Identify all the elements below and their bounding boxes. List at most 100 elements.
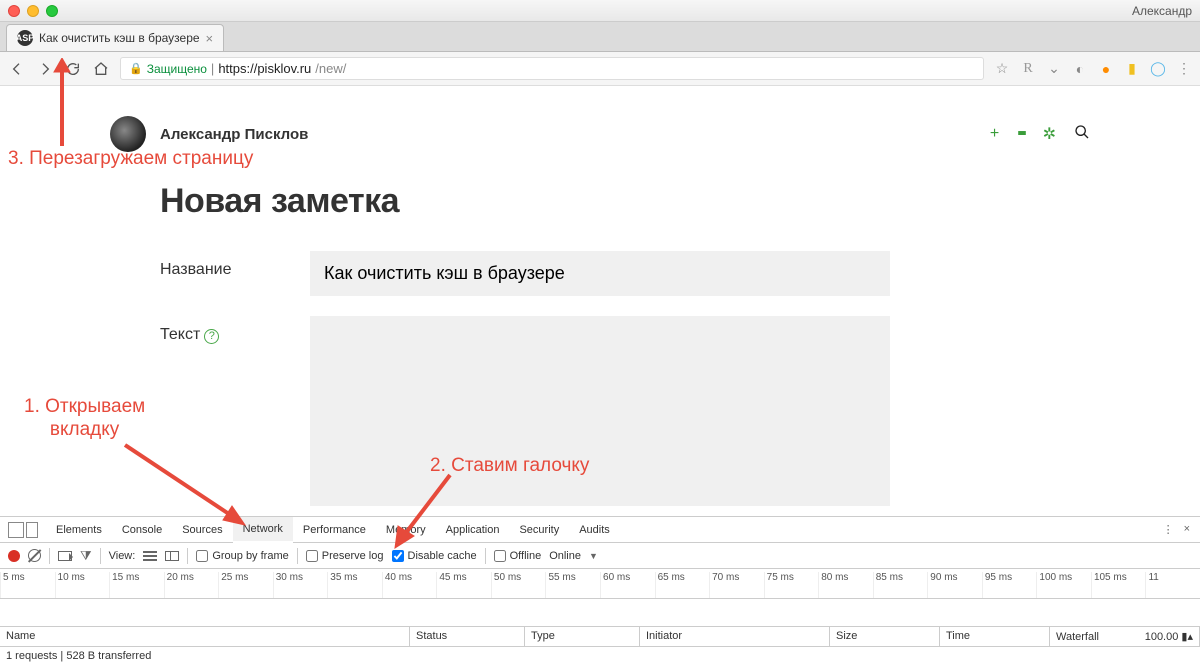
window-zoom[interactable] — [46, 5, 58, 17]
clear-button[interactable] — [28, 549, 41, 562]
timeline-tick: 50 ms — [491, 572, 546, 598]
timeline-tick: 80 ms — [818, 572, 873, 598]
devtools-tab-network[interactable]: Network — [233, 517, 293, 543]
col-status[interactable]: Status — [410, 627, 525, 646]
disable-cache-checkbox[interactable]: Disable cache — [392, 550, 477, 562]
search-icon[interactable] — [1074, 124, 1090, 145]
url-path: /new/ — [315, 61, 346, 76]
col-time[interactable]: Time — [940, 627, 1050, 646]
page-title: Новая заметка — [0, 152, 1200, 251]
timeline-tick: 25 ms — [218, 572, 273, 598]
col-initiator[interactable]: Initiator — [640, 627, 830, 646]
view-list-icon[interactable] — [143, 551, 157, 561]
timeline-tick: 65 ms — [655, 572, 710, 598]
star-icon[interactable]: ☆ — [994, 60, 1010, 77]
devtools-tab-console[interactable]: Console — [112, 517, 172, 543]
gear-icon[interactable]: ✲ — [1043, 124, 1056, 144]
author-name: Александр Писклов — [160, 126, 308, 143]
yellow-stick-icon[interactable]: ▮ — [1124, 60, 1140, 77]
timeline-tick: 70 ms — [709, 572, 764, 598]
network-columns: Name Status Type Initiator Size Time Wat… — [0, 627, 1200, 647]
devtools-tab-security[interactable]: Security — [509, 517, 569, 543]
text-input[interactable] — [310, 316, 890, 506]
filter-icon[interactable]: ⧩ — [80, 548, 92, 564]
timeline-tick: 75 ms — [764, 572, 819, 598]
col-waterfall[interactable]: Waterfall100.00 ▮▴ — [1050, 627, 1200, 646]
tab-title: Как очистить кэш в браузере — [39, 31, 200, 45]
timeline-tick: 55 ms — [545, 572, 600, 598]
col-type[interactable]: Type — [525, 627, 640, 646]
dropdown-icon[interactable]: ▼ — [589, 551, 598, 561]
pocket-icon[interactable]: ⌄ — [1046, 60, 1062, 77]
orange-dot-icon[interactable]: ● — [1098, 61, 1114, 77]
timeline-tick: 15 ms — [109, 572, 164, 598]
devtools-tab-sources[interactable]: Sources — [172, 517, 232, 543]
timeline-tick: 5 ms — [0, 572, 55, 598]
secure-label: Защищено — [147, 62, 207, 76]
page-content: Александр Писклов + ▪▪ ✲ Новая заметка Н… — [0, 86, 1200, 506]
help-icon[interactable]: ? — [204, 329, 219, 344]
network-timeline[interactable]: 5 ms10 ms15 ms20 ms25 ms30 ms35 ms40 ms4… — [0, 569, 1200, 599]
timeline-tick: 20 ms — [164, 572, 219, 598]
group-by-frame-checkbox[interactable]: Group by frame — [196, 550, 288, 562]
browser-tab[interactable]: ASP Как очистить кэш в браузере × — [6, 24, 224, 51]
grid-icon[interactable]: ▪▪ — [1017, 125, 1024, 143]
browser-toolbar: 🔒 Защищено | https://pisklov.ru/new/ ☆ R… — [0, 52, 1200, 86]
devtools-panel: ElementsConsoleSourcesNetworkPerformance… — [0, 516, 1200, 666]
view-label: View: — [109, 550, 136, 562]
screenshot-button[interactable] — [58, 551, 72, 561]
menu-dots-icon[interactable]: ⋮ — [1176, 60, 1192, 77]
extension-icons: ☆ R ⌄ ◐ ● ▮ ◯ ⋮ — [994, 60, 1192, 77]
add-icon[interactable]: + — [990, 125, 999, 143]
devtools-menu-icon[interactable]: ⋮ — [1163, 523, 1174, 536]
offline-checkbox[interactable]: Offline — [494, 550, 542, 562]
window-minimize[interactable] — [27, 5, 39, 17]
cloud-icon[interactable]: ◯ — [1150, 60, 1166, 77]
view-frame-icon[interactable] — [165, 551, 179, 561]
timeline-tick: 30 ms — [273, 572, 328, 598]
inspect-icon[interactable] — [8, 522, 24, 538]
avatar[interactable] — [110, 116, 146, 152]
timeline-tick: 11 — [1145, 572, 1200, 598]
network-status-bar: 1 requests | 528 B transferred — [0, 647, 1200, 666]
lock-icon: 🔒 — [129, 62, 143, 75]
timeline-tick: 100 ms — [1036, 572, 1091, 598]
label-name: Название — [160, 251, 310, 279]
col-size[interactable]: Size — [830, 627, 940, 646]
ext-r-icon[interactable]: R — [1020, 61, 1036, 77]
address-bar[interactable]: 🔒 Защищено | https://pisklov.ru/new/ — [120, 57, 984, 80]
devtools-tab-audits[interactable]: Audits — [569, 517, 620, 543]
info-icon[interactable]: ◐ — [1072, 61, 1088, 77]
browser-tabstrip: ASP Как очистить кэш в браузере × — [0, 22, 1200, 52]
timeline-tick: 40 ms — [382, 572, 437, 598]
back-button[interactable] — [8, 60, 26, 78]
device-icon[interactable] — [26, 522, 38, 538]
home-button[interactable] — [92, 60, 110, 78]
col-name[interactable]: Name — [0, 627, 410, 646]
name-input[interactable] — [310, 251, 890, 296]
mac-titlebar: Александр — [0, 0, 1200, 22]
devtools-tab-application[interactable]: Application — [436, 517, 510, 543]
tab-favicon: ASP — [17, 30, 33, 46]
window-close[interactable] — [8, 5, 20, 17]
devtools-tab-performance[interactable]: Performance — [293, 517, 376, 543]
devtools-close-icon[interactable]: × — [1184, 523, 1190, 536]
preserve-log-checkbox[interactable]: Preserve log — [306, 550, 384, 562]
timeline-tick: 10 ms — [55, 572, 110, 598]
network-toolbar: ⧩ View: Group by frame Preserve log Disa… — [0, 543, 1200, 569]
devtools-tab-elements[interactable]: Elements — [46, 517, 112, 543]
timeline-tick: 95 ms — [982, 572, 1037, 598]
timeline-tick: 90 ms — [927, 572, 982, 598]
reload-button[interactable] — [64, 60, 82, 78]
timeline-tick: 45 ms — [436, 572, 491, 598]
devtools-tab-memory[interactable]: Memory — [376, 517, 436, 543]
timeline-tick: 60 ms — [600, 572, 655, 598]
forward-button[interactable] — [36, 60, 54, 78]
profile-name: Александр — [1132, 4, 1192, 18]
timeline-tick: 85 ms — [873, 572, 928, 598]
record-button[interactable] — [8, 550, 20, 562]
tab-close-icon[interactable]: × — [206, 31, 214, 46]
timeline-tick: 35 ms — [327, 572, 382, 598]
throttle-select[interactable]: Online — [549, 550, 581, 562]
url-host: https://pisklov.ru — [218, 61, 311, 76]
